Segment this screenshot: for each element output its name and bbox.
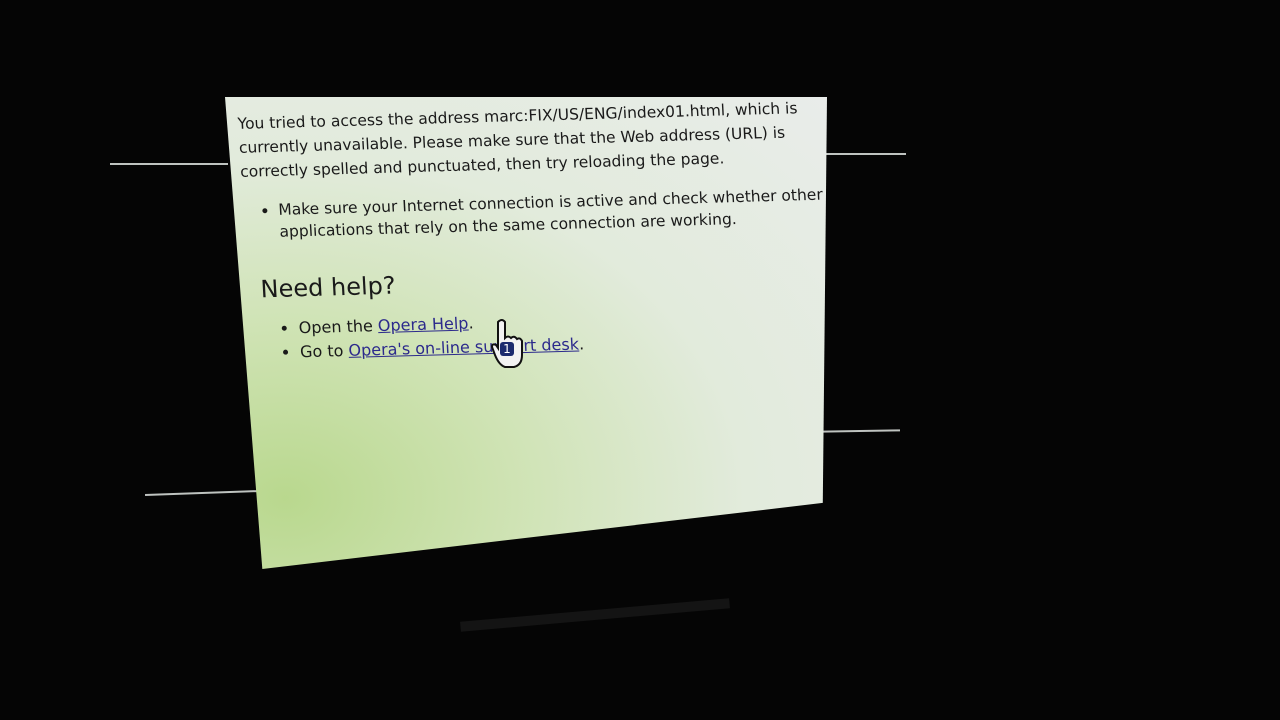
cursor-badge: 1 [503, 342, 511, 356]
tv-bezel-reflection [826, 153, 906, 155]
tv-bezel-reflection [821, 429, 901, 433]
error-message: You tried to access the address marc:FIX… [237, 99, 798, 181]
help-item-suffix: . [467, 313, 475, 333]
help-item-suffix: . [578, 334, 585, 354]
tv-stand [460, 598, 730, 632]
error-content: You tried to access the address marc:FIX… [235, 96, 839, 366]
tv-bezel-reflection [110, 163, 228, 165]
help-item-text: Go to [299, 340, 349, 362]
help-item-text: Open the [298, 316, 379, 338]
tips-list: Make sure your Internet connection is ac… [240, 183, 832, 243]
tv-bezel-reflection [145, 489, 260, 497]
opera-help-link[interactable]: Opera Help [377, 314, 469, 336]
hand-pointer-icon: 1 [490, 318, 526, 370]
tip-item: Make sure your Internet connection is ac… [278, 183, 832, 242]
support-desk-link[interactable]: Opera's on-line support desk [348, 334, 580, 359]
help-heading: Need help? [259, 271, 397, 304]
